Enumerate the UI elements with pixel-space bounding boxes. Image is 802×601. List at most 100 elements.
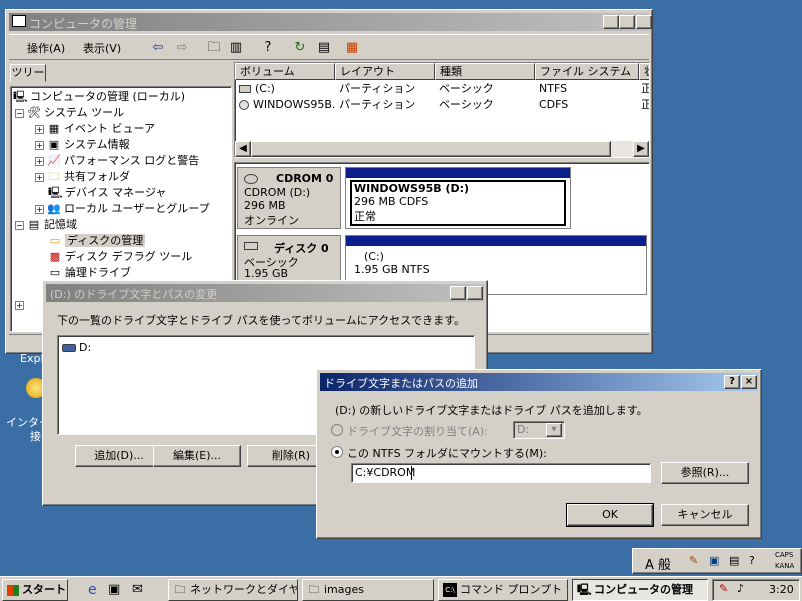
table-row[interactable]: WINDOWS95B... パーティション ベーシック CDFS 正 <box>235 97 649 113</box>
logical-drive-icon: ▭ <box>49 266 61 279</box>
dialog1-title-bar[interactable]: (D:) のドライブ文字とパスの変更 ? × <box>46 284 484 302</box>
ime-mode-text[interactable]: A 般 <box>645 554 671 573</box>
expand-icon[interactable]: + <box>35 124 44 134</box>
expand-icon[interactable]: + <box>35 140 44 150</box>
start-button[interactable]: スタート <box>2 579 68 601</box>
expand-icon[interactable]: + <box>35 156 44 166</box>
radio-selected-dot <box>335 450 339 454</box>
ok-button[interactable]: OK <box>566 503 654 527</box>
taskbar-item-computer-management[interactable]: 🖳 コンピュータの管理 <box>572 579 708 601</box>
tree-system-info[interactable]: + ▣ システム情報 <box>35 137 130 153</box>
minimize-button[interactable]: _ <box>603 15 619 29</box>
drive-letter-select[interactable]: D: ▾ <box>513 421 565 439</box>
ie-quicklaunch-icon[interactable]: e <box>88 582 97 598</box>
performance-icon: 📈 <box>47 154 61 167</box>
list-item[interactable]: D: <box>62 340 91 356</box>
maximize-button[interactable]: □ <box>619 15 635 29</box>
tree-local-users[interactable]: + 👥 ローカル ユーザーとグループ <box>35 201 210 217</box>
close-button[interactable]: × <box>636 15 652 29</box>
up-folder-icon[interactable]: 🗀 <box>205 39 223 57</box>
back-arrow-icon[interactable]: ⇦ <box>149 39 167 57</box>
tree-shared-folders[interactable]: + 🗀 共有フォルダ <box>35 169 130 185</box>
chevron-down-icon[interactable]: ▾ <box>546 423 562 437</box>
tree-storage[interactable]: − ▤ 記憶域 <box>15 217 77 233</box>
tree-device-manager[interactable]: 🖳 デバイス マネージャ <box>48 185 166 201</box>
help-button[interactable]: ? <box>450 286 466 300</box>
horizontal-scrollbar[interactable]: ◀ ▶ <box>235 141 649 157</box>
ime-language-bar[interactable]: A 般 ✎ ▣ ▤ ? CAPS KANA <box>632 548 802 574</box>
tree-root[interactable]: 🖳 コンピュータの管理 (ローカル) <box>13 89 185 105</box>
tree-performance[interactable]: + 📈 パフォーマンス ログと警告 <box>35 153 199 169</box>
table-row[interactable]: (C:) パーティション ベーシック NTFS 正 <box>235 81 649 97</box>
tree-tab[interactable]: ツリー <box>10 64 46 82</box>
tree-services[interactable]: + <box>15 297 27 313</box>
close-button[interactable]: × <box>741 375 757 389</box>
export-icon[interactable]: ▦ <box>343 39 361 57</box>
main-title-bar[interactable]: コンピュータの管理 _ □ × <box>9 13 652 31</box>
column-volume[interactable]: ボリューム <box>235 63 335 80</box>
system-info-icon: ▣ <box>48 138 60 151</box>
collapse-icon[interactable]: − <box>15 220 24 230</box>
ime-tool-icon[interactable]: ✎ <box>689 554 698 567</box>
refresh-icon[interactable]: ↻ <box>291 39 309 57</box>
menu-view[interactable]: 表示(V) <box>83 40 121 56</box>
tools-icon: 🛠 <box>27 106 41 119</box>
ime-dictionary-icon[interactable]: ▤ <box>729 554 739 567</box>
expand-icon[interactable]: + <box>35 172 44 182</box>
taskbar-item-network[interactable]: 🗀ネットワークとダイヤル... <box>168 579 298 601</box>
tray-tool-icon[interactable]: ✎ <box>719 582 728 595</box>
ime-help-icon[interactable]: ? <box>749 554 755 567</box>
cancel-button[interactable]: キャンセル <box>661 504 749 526</box>
tree-disk-management[interactable]: ▭ ディスクの管理 <box>48 233 146 249</box>
column-status[interactable]: 状 <box>639 63 649 80</box>
expand-icon[interactable]: + <box>15 300 24 310</box>
device-manager-icon: 🖳 <box>48 186 63 199</box>
windows-logo-icon <box>7 584 19 596</box>
tree-defrag[interactable]: ▩ ディスク デフラグ ツール <box>48 249 192 265</box>
dialog2-title-bar[interactable]: ドライブ文字またはパスの追加 ? × <box>320 373 758 391</box>
help-icon[interactable]: ? <box>259 39 277 57</box>
add-button[interactable]: 追加(D)... <box>75 445 163 467</box>
help-button[interactable]: ? <box>724 375 740 389</box>
column-layout[interactable]: レイアウト <box>335 63 435 80</box>
desktop-quicklaunch-icon[interactable]: ▣ <box>108 582 120 597</box>
mount-path-input[interactable]: C:¥CDROM <box>351 463 651 483</box>
cdrom-icon <box>244 174 258 184</box>
forward-arrow-icon[interactable]: ⇨ <box>173 39 191 57</box>
ime-pad-icon[interactable]: ▣ <box>709 554 719 567</box>
mount-folder-radio[interactable] <box>331 446 343 458</box>
scroll-thumb[interactable] <box>251 141 611 157</box>
taskbar-item-command-prompt[interactable]: C:\ コマンド プロンプト <box>438 579 568 601</box>
scroll-right-button[interactable]: ▶ <box>633 141 649 157</box>
scroll-left-button[interactable]: ◀ <box>235 141 251 157</box>
desktop-label-connect[interactable]: 接 <box>30 428 41 444</box>
disk-management-icon: ▭ <box>49 234 61 247</box>
collapse-icon[interactable]: − <box>15 108 24 118</box>
tree-system-tools[interactable]: − 🛠 システム ツール <box>15 105 124 121</box>
show-hide-tree-icon[interactable]: ▥ <box>227 39 245 57</box>
menu-action[interactable]: 操作(A) <box>27 40 65 56</box>
tree-logical-drives[interactable]: ▭ 論理ドライブ <box>48 265 131 281</box>
expand-icon[interactable]: + <box>35 204 44 214</box>
dialog1-description: 下の一覧のドライブ文字とドライブ パスを使ってボリュームにアクセスできます。 <box>57 314 465 327</box>
outlook-quicklaunch-icon[interactable]: ✉ <box>132 582 143 597</box>
computer-mgmt-icon: 🖳 <box>13 90 28 103</box>
disk-row-cdrom[interactable]: CDROM 0 CDROM (D:) 296 MB オンライン <box>237 167 341 229</box>
volume-block-cdrom[interactable]: WINDOWS95B (D:) 296 MB CDFS 正常 <box>345 167 571 229</box>
edit-button[interactable]: 編集(E)... <box>153 445 241 467</box>
computer-icon <box>12 15 26 27</box>
close-button[interactable]: × <box>467 286 483 300</box>
assign-letter-label: ドライブ文字の割り当て(A): <box>347 425 488 438</box>
assign-letter-radio[interactable] <box>331 424 343 436</box>
add-drive-letter-dialog: ドライブ文字またはパスの追加 ? × (D:) の新しいドライブ文字またはドライ… <box>316 369 762 539</box>
properties-icon[interactable]: ▤ <box>315 39 333 57</box>
dialog1-title: (D:) のドライブ文字とパスの変更 <box>50 288 218 301</box>
column-filesystem[interactable]: ファイル システム <box>535 63 639 80</box>
taskbar-item-images[interactable]: 🗀 images <box>302 579 434 601</box>
defrag-icon: ▩ <box>49 250 61 263</box>
browse-button[interactable]: 参照(R)... <box>661 462 749 484</box>
shared-folder-icon: 🗀 <box>48 170 60 183</box>
tray-volume-icon[interactable]: ♪ <box>737 582 744 595</box>
tree-event-viewer[interactable]: + ▦ イベント ビューア <box>35 121 155 137</box>
column-type[interactable]: 種類 <box>435 63 535 80</box>
